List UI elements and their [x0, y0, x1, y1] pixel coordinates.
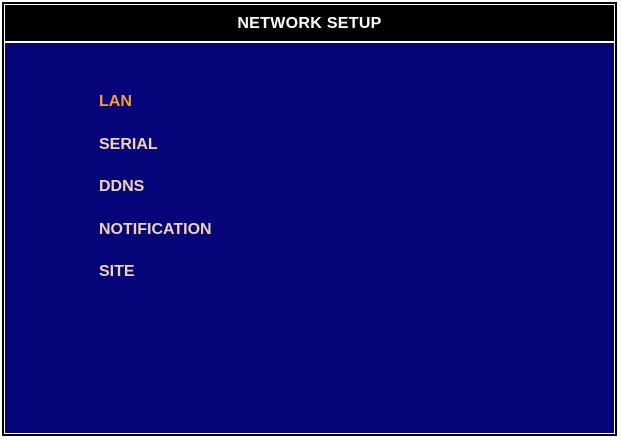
network-setup-window: NETWORK SETUP LAN SERIAL DDNS NOTIFICATI…: [2, 2, 617, 436]
menu-item-lan[interactable]: LAN: [99, 91, 212, 113]
menu-item-serial[interactable]: SERIAL: [99, 134, 212, 156]
menu-item-notification[interactable]: NOTIFICATION: [99, 219, 212, 241]
network-setup-menu: LAN SERIAL DDNS NOTIFICATION SITE: [99, 91, 212, 304]
title-bar: NETWORK SETUP: [5, 5, 614, 43]
window-title: NETWORK SETUP: [237, 15, 382, 32]
menu-item-ddns[interactable]: DDNS: [99, 176, 212, 198]
menu-item-site[interactable]: SITE: [99, 261, 212, 283]
